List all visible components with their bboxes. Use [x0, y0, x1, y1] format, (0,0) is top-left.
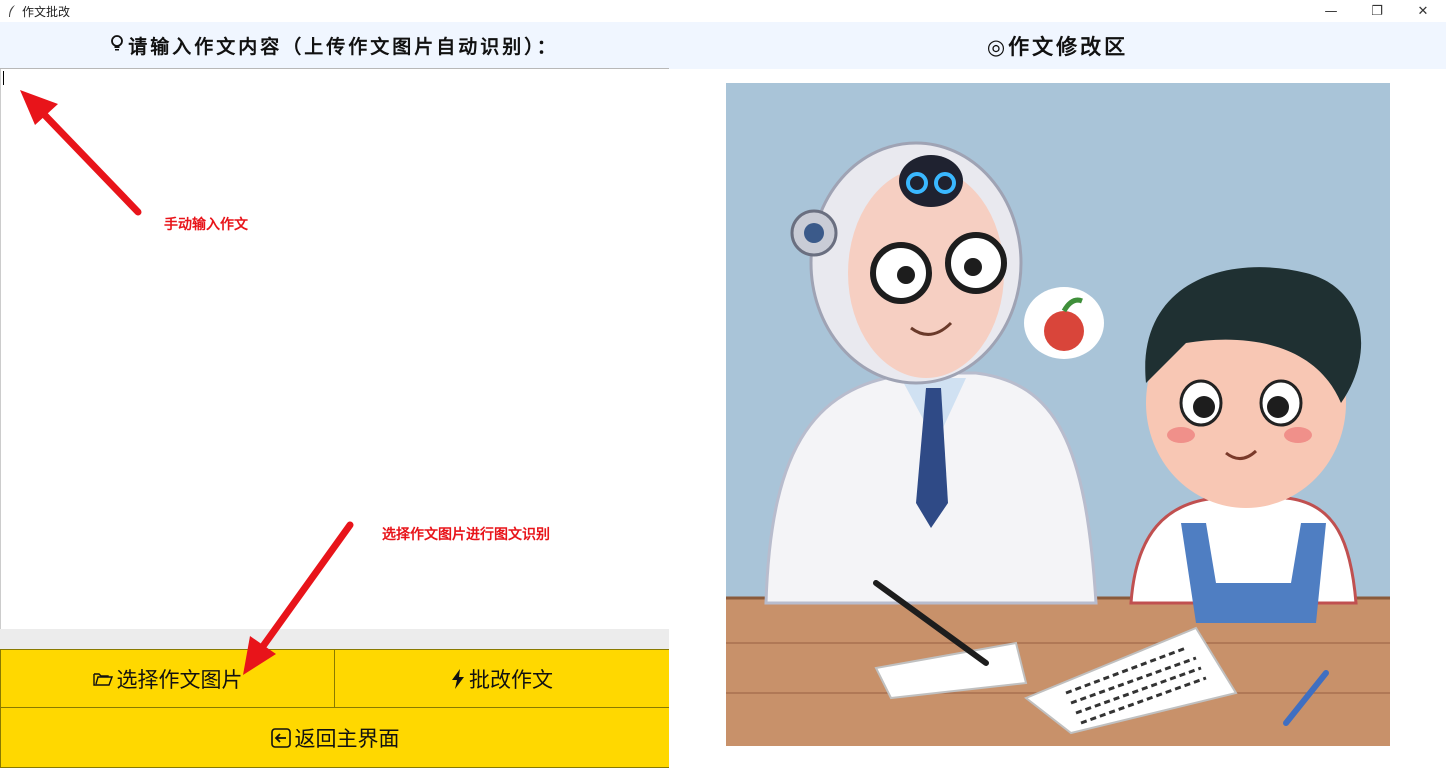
review-header: ◎作文修改区 — [669, 22, 1446, 69]
input-header: 请输入作文内容（上传作文图片自动识别）： — [0, 22, 669, 69]
essay-input-panel: 请输入作文内容（上传作文图片自动识别）： 选择作文图片 批改作文 返回主界面 — [0, 22, 670, 768]
back-to-main-label: 返回主界面 — [294, 726, 400, 751]
input-header-text: 请输入作文内容（上传作文图片自动识别）： — [128, 35, 559, 58]
restore-button[interactable]: ❐ — [1354, 0, 1400, 22]
window-title: 作文批改 — [22, 4, 71, 19]
back-to-main-button[interactable]: 返回主界面 — [0, 707, 670, 768]
window-controls: — ❐ ✕ — [1308, 0, 1446, 22]
minimize-button[interactable]: — — [1308, 0, 1354, 22]
review-header-text: ◎作文修改区 — [986, 33, 1129, 59]
close-button[interactable]: ✕ — [1400, 0, 1446, 22]
select-image-label: 选择作文图片 — [116, 667, 243, 692]
lightbulb-icon — [110, 34, 124, 56]
select-image-button[interactable]: 选择作文图片 — [0, 649, 335, 708]
lightning-icon — [451, 668, 465, 689]
text-caret — [3, 71, 4, 85]
divider-strip — [0, 629, 669, 649]
arrow-back-icon — [270, 727, 291, 748]
grade-essay-button[interactable]: 批改作文 — [334, 649, 670, 708]
essay-text-area[interactable] — [0, 69, 669, 629]
manual-input-annotation: 手动输入作文 — [164, 217, 248, 233]
folder-open-icon — [92, 671, 113, 687]
teacher-robot-illustration — [726, 83, 1390, 746]
essay-review-panel: ◎作文修改区 — [669, 22, 1446, 768]
grade-essay-label: 批改作文 — [469, 667, 553, 692]
select-image-annotation: 选择作文图片进行图文识别 — [382, 527, 550, 543]
feather-icon — [4, 3, 20, 19]
title-bar: 作文批改 — ❐ ✕ — [0, 0, 1446, 22]
